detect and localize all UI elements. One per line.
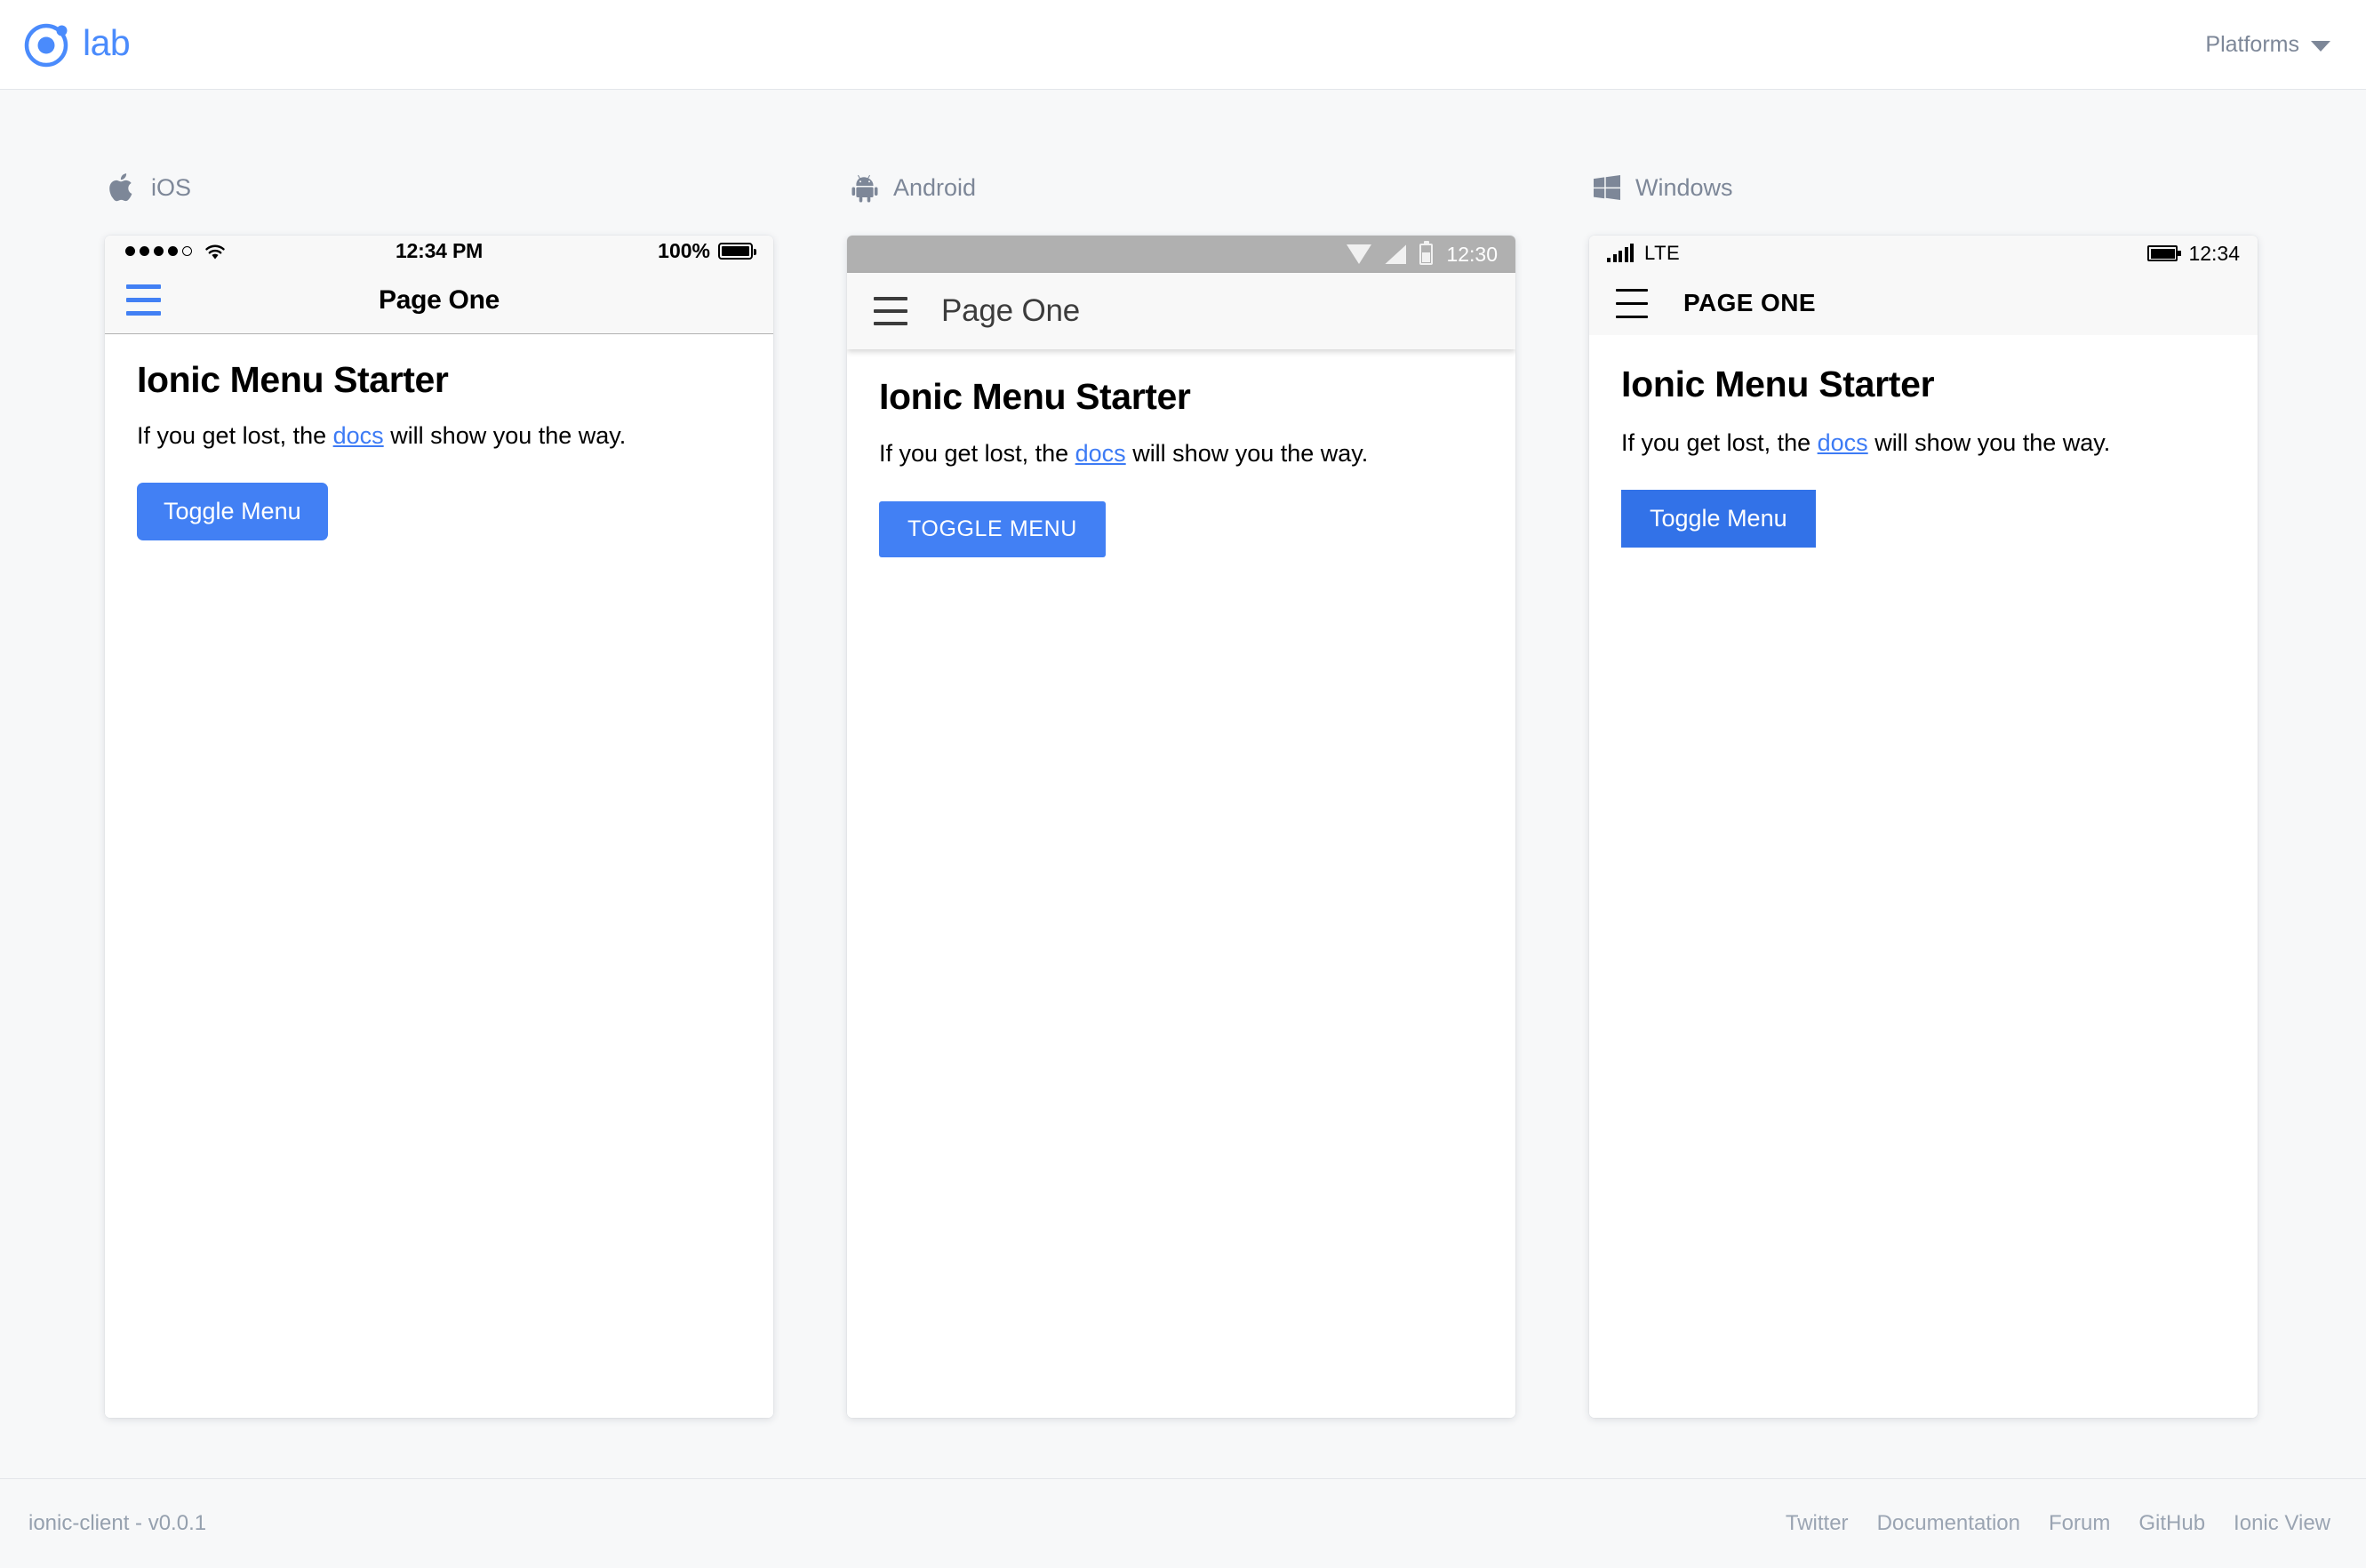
client-version-text: ionic-client - v0.0.1 — [28, 1511, 206, 1536]
ionic-logo-icon — [24, 20, 72, 68]
ios-page-title: Page One — [105, 285, 773, 316]
brand[interactable]: lab — [24, 20, 130, 68]
platform-label-android: Android — [847, 165, 1515, 210]
toggle-menu-button[interactable]: TOGGLE MENU — [879, 501, 1106, 557]
android-status-time: 12:30 — [1446, 243, 1498, 267]
app-footer: ionic-client - v0.0.1 Twitter Documentat… — [0, 1478, 2366, 1568]
windows-status-right: 12:34 — [2147, 242, 2240, 266]
platforms-dropdown[interactable]: Platforms — [2205, 32, 2330, 58]
preview-column-windows: Windows LTE 12:34 PAGE ONE Io — [1589, 165, 2258, 1418]
docs-link[interactable]: docs — [1818, 429, 1868, 456]
battery-icon — [1419, 244, 1433, 265]
ios-text-after-link: will show you the way. — [384, 422, 627, 449]
footer-link-github[interactable]: GitHub — [2138, 1511, 2205, 1536]
device-frame-windows: LTE 12:34 PAGE ONE Ionic Menu Starter If… — [1589, 236, 2258, 1418]
ios-battery-percent: 100% — [658, 239, 710, 263]
windows-text-before-link: If you get lost, the — [1621, 429, 1818, 456]
windows-status-time: 12:34 — [2188, 242, 2240, 266]
brand-wordmark: lab — [83, 25, 130, 65]
hamburger-menu-icon[interactable] — [1616, 284, 1648, 324]
windows-status-bar: LTE 12:34 — [1589, 236, 2258, 271]
windows-description: If you get lost, the docs will show you … — [1621, 429, 2226, 457]
hamburger-menu-icon[interactable] — [874, 292, 907, 330]
device-frame-android: 12:30 Page One Ionic Menu Starter If you… — [847, 236, 1515, 1418]
windows-text-after-link: will show you the way. — [1868, 429, 2111, 456]
ios-status-right: 100% — [658, 239, 753, 263]
footer-link-forum[interactable]: Forum — [2049, 1511, 2110, 1536]
footer-link-documentation[interactable]: Documentation — [1877, 1511, 2020, 1536]
docs-link[interactable]: docs — [333, 422, 384, 449]
docs-link[interactable]: docs — [1075, 440, 1126, 467]
windows-heading: Ionic Menu Starter — [1621, 364, 2226, 405]
windows-status-left: LTE — [1607, 242, 1680, 265]
platform-label-windows: Windows — [1589, 165, 2258, 210]
footer-link-ionic-view[interactable]: Ionic View — [2234, 1511, 2330, 1536]
android-text-after-link: will show you the way. — [1126, 440, 1369, 467]
platform-name-windows: Windows — [1635, 174, 1733, 202]
footer-link-twitter[interactable]: Twitter — [1786, 1511, 1849, 1536]
preview-column-ios: iOS 12:34 PM 100% — [105, 165, 773, 1418]
ios-content: Ionic Menu Starter If you get lost, the … — [105, 334, 773, 1418]
android-page-title: Page One — [941, 293, 1080, 329]
signal-icon — [1385, 244, 1406, 264]
windows-toolbar: PAGE ONE — [1589, 271, 2258, 335]
chevron-down-icon — [2311, 41, 2330, 52]
ios-status-bar: 12:34 PM 100% — [105, 236, 773, 267]
device-frame-ios: 12:34 PM 100% Page One Ionic Menu Starte… — [105, 236, 773, 1418]
ios-text-before-link: If you get lost, the — [137, 422, 333, 449]
platform-name-ios: iOS — [151, 174, 191, 202]
preview-column-android: Android 12:30 Page One Ionic Menu Starte… — [847, 165, 1515, 1418]
windows-content: Ionic Menu Starter If you get lost, the … — [1589, 335, 2258, 1418]
app-header: lab Platforms — [0, 0, 2366, 90]
network-label: LTE — [1644, 242, 1680, 265]
footer-links: Twitter Documentation Forum GitHub Ionic… — [1786, 1511, 2330, 1536]
platforms-label: Platforms — [2205, 32, 2299, 58]
ios-heading: Ionic Menu Starter — [137, 359, 741, 401]
android-description: If you get lost, the docs will show you … — [879, 440, 1483, 468]
android-status-bar: 12:30 — [847, 236, 1515, 273]
android-heading: Ionic Menu Starter — [879, 376, 1483, 418]
toggle-menu-button[interactable]: Toggle Menu — [137, 483, 328, 540]
android-content: Ionic Menu Starter If you get lost, the … — [847, 349, 1515, 1418]
apple-icon — [109, 172, 136, 204]
android-text-before-link: If you get lost, the — [879, 440, 1075, 467]
battery-full-icon — [2147, 245, 2178, 261]
battery-full-icon — [718, 243, 753, 260]
android-toolbar: Page One — [847, 273, 1515, 349]
toggle-menu-button[interactable]: Toggle Menu — [1621, 490, 1816, 548]
windows-icon — [1594, 175, 1620, 200]
signal-bars-icon — [1607, 244, 1634, 262]
android-icon — [851, 172, 878, 203]
ios-toolbar: Page One — [105, 267, 773, 334]
ios-description: If you get lost, the docs will show you … — [137, 422, 741, 450]
platform-previews: iOS 12:34 PM 100% — [0, 90, 2366, 1478]
wifi-icon — [1347, 244, 1371, 264]
platform-name-android: Android — [893, 174, 976, 202]
windows-page-title: PAGE ONE — [1683, 289, 1816, 317]
platform-label-ios: iOS — [105, 165, 773, 210]
